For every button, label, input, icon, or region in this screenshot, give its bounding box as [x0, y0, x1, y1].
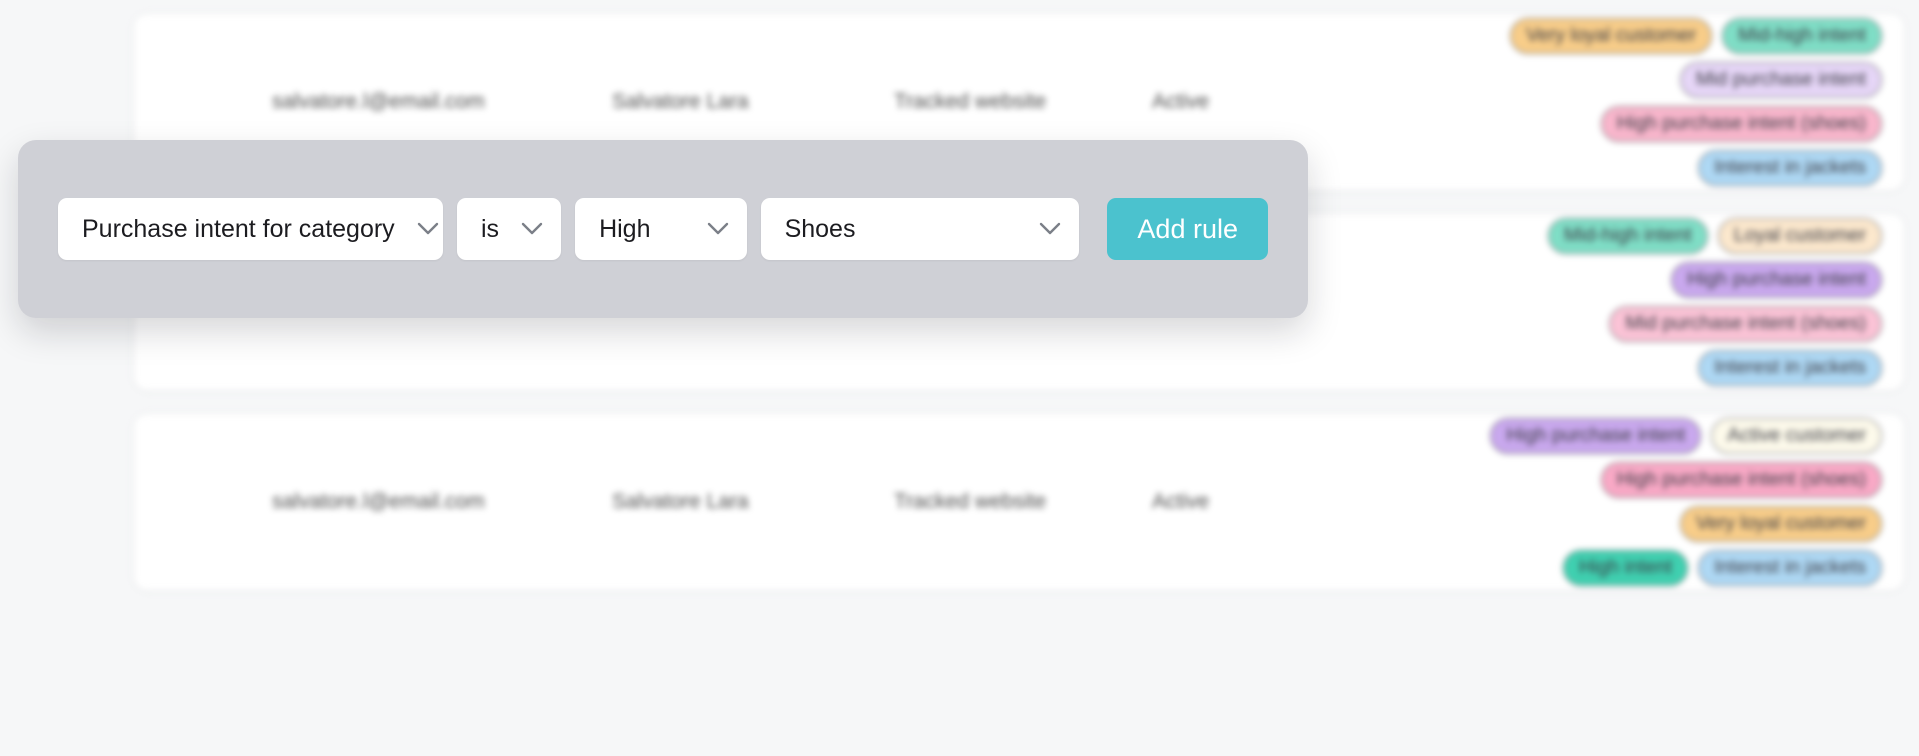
tag-line: Very loyal customer — [1679, 506, 1882, 542]
tag-chip[interactable]: Mid purchase intent — [1679, 62, 1882, 98]
tag-line: High purchase intent (shoes) — [1600, 462, 1882, 498]
tag-line: Interest in jackets — [1698, 150, 1882, 186]
tag-line: Very loyal customer Mid-high intent — [1509, 18, 1882, 54]
intent-level-select[interactable]: High — [575, 198, 747, 260]
tag-chip[interactable]: Interest in jackets — [1698, 150, 1882, 186]
tag-chip[interactable]: High purchase intent (shoes) — [1600, 462, 1882, 498]
tag-chip[interactable]: Interest in jackets — [1698, 550, 1882, 586]
tag-line: High purchase intent Active customer — [1490, 418, 1882, 454]
app-root: salvatore.l@email.com Salvatore Lara Tra… — [0, 0, 1919, 756]
tag-chip[interactable]: Mid purchase intent (shoes) — [1609, 306, 1882, 342]
customer-source: Tracked website — [894, 90, 1047, 113]
attribute-select[interactable]: Purchase intent for category — [58, 198, 443, 260]
tag-line: High purchase intent — [1671, 262, 1882, 298]
customer-source: Tracked website — [894, 490, 1047, 513]
tag-chip[interactable]: Interest in jackets — [1698, 350, 1882, 386]
tag-line: Mid purchase intent — [1679, 62, 1882, 98]
tag-chip[interactable]: Very loyal customer — [1679, 506, 1882, 542]
chevron-down-icon — [499, 222, 543, 236]
tag-line: Mid-high intent Loyal customer — [1547, 218, 1882, 254]
tag-chip[interactable]: Mid-high intent — [1722, 18, 1882, 54]
category-select-value: Shoes — [784, 215, 856, 243]
tag-chip[interactable]: High purchase intent (shoes) — [1600, 106, 1882, 142]
customer-list: salvatore.l@email.com Salvatore Lara Tra… — [0, 0, 1919, 756]
tag-chip[interactable]: Mid-high intent — [1547, 218, 1708, 254]
chevron-down-icon — [395, 222, 439, 236]
customer-card[interactable]: salvatore.l@email.com Salvatore Lara Tra… — [133, 413, 1905, 591]
tag-chip[interactable]: High purchase intent — [1671, 262, 1882, 298]
intent-level-select-value: High — [599, 215, 651, 243]
add-rule-button[interactable]: Add rule — [1107, 198, 1268, 260]
operator-select-value: is — [481, 215, 500, 243]
tag-line: High intent Interest in jackets — [1563, 550, 1882, 586]
tag-chip[interactable]: Active customer — [1711, 418, 1882, 454]
customer-email: salvatore.l@email.com — [272, 90, 485, 113]
tag-chip[interactable]: Loyal customer — [1717, 218, 1882, 254]
customer-email: salvatore.l@email.com — [272, 490, 485, 513]
operator-select[interactable]: is — [457, 198, 562, 260]
customer-name: Salvatore Lara — [612, 90, 749, 113]
tag-chip[interactable]: Very loyal customer — [1509, 18, 1713, 54]
tag-chip[interactable]: High purchase intent — [1490, 418, 1702, 454]
rule-builder-panel: Purchase intent for category is High Sho… — [18, 140, 1308, 318]
category-select[interactable]: Shoes — [760, 198, 1080, 260]
customer-name: Salvatore Lara — [612, 490, 749, 513]
chevron-down-icon — [1017, 222, 1061, 236]
chevron-down-icon — [685, 222, 729, 236]
customer-tags: High purchase intent Active customer Hig… — [1122, 414, 1882, 590]
tag-line: Mid purchase intent (shoes) — [1609, 306, 1882, 342]
tag-chip[interactable]: High intent — [1563, 550, 1689, 586]
tag-line: High purchase intent (shoes) — [1600, 106, 1882, 142]
attribute-select-value: Purchase intent for category — [82, 215, 395, 243]
tag-line: Interest in jackets — [1698, 350, 1882, 386]
